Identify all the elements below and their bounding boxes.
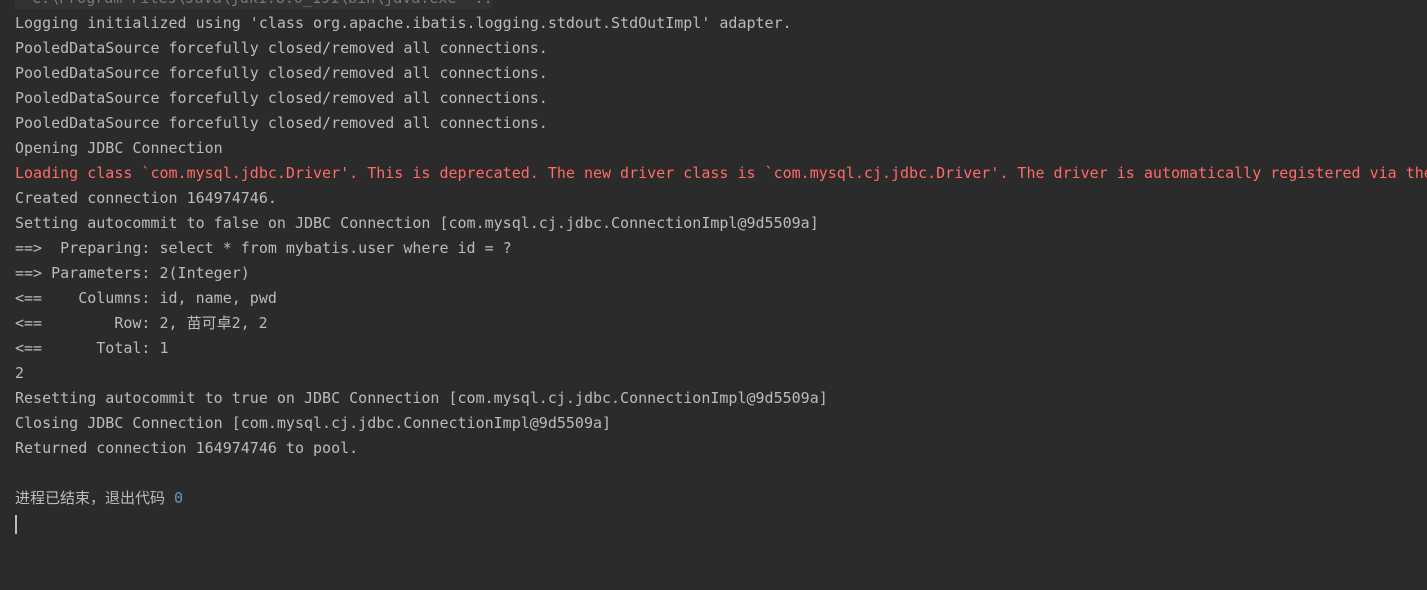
console-output: Logging initialized using 'class org.apa…: [15, 11, 1427, 511]
console-line: PooledDataSource forcefully closed/remov…: [15, 89, 548, 107]
console-line: PooledDataSource forcefully closed/remov…: [15, 114, 548, 132]
console-line: Setting autocommit to false on JDBC Conn…: [15, 214, 819, 232]
console-line: PooledDataSource forcefully closed/remov…: [15, 64, 548, 82]
console-line: <== Row: 2, 苗可卓2, 2: [15, 314, 268, 332]
exit-code: 0: [174, 489, 184, 507]
console-line: Opening JDBC Connection: [15, 139, 223, 157]
console-line: Returned connection 164974746 to pool.: [15, 439, 359, 457]
console-line: Logging initialized using 'class org.apa…: [15, 14, 792, 32]
console-line: <== Columns: id, name, pwd: [15, 289, 277, 307]
console-line: PooledDataSource forcefully closed/remov…: [15, 39, 548, 57]
process-exit-line: 进程已结束，退出代码 0: [15, 486, 1427, 511]
text-cursor: [15, 515, 17, 534]
console-line: <== Total: 1: [15, 339, 169, 357]
exit-message: 进程已结束，退出代码: [15, 489, 175, 507]
console-error-line: Loading class `com.mysql.jdbc.Driver'. T…: [15, 164, 1427, 182]
console-line: ==> Preparing: select * from mybatis.use…: [15, 239, 512, 257]
console-line: 2: [15, 364, 25, 382]
console-line: Closing JDBC Connection [com.mysql.cj.jd…: [15, 414, 612, 432]
command-line[interactable]: "C:\Program Files\Java\jdk1.8.0_191\bin\…: [15, 0, 492, 9]
console-line: ==> Parameters: 2(Integer): [15, 264, 250, 282]
console-line: Resetting autocommit to true on JDBC Con…: [15, 389, 828, 407]
console-line: Created connection 164974746.: [15, 189, 277, 207]
